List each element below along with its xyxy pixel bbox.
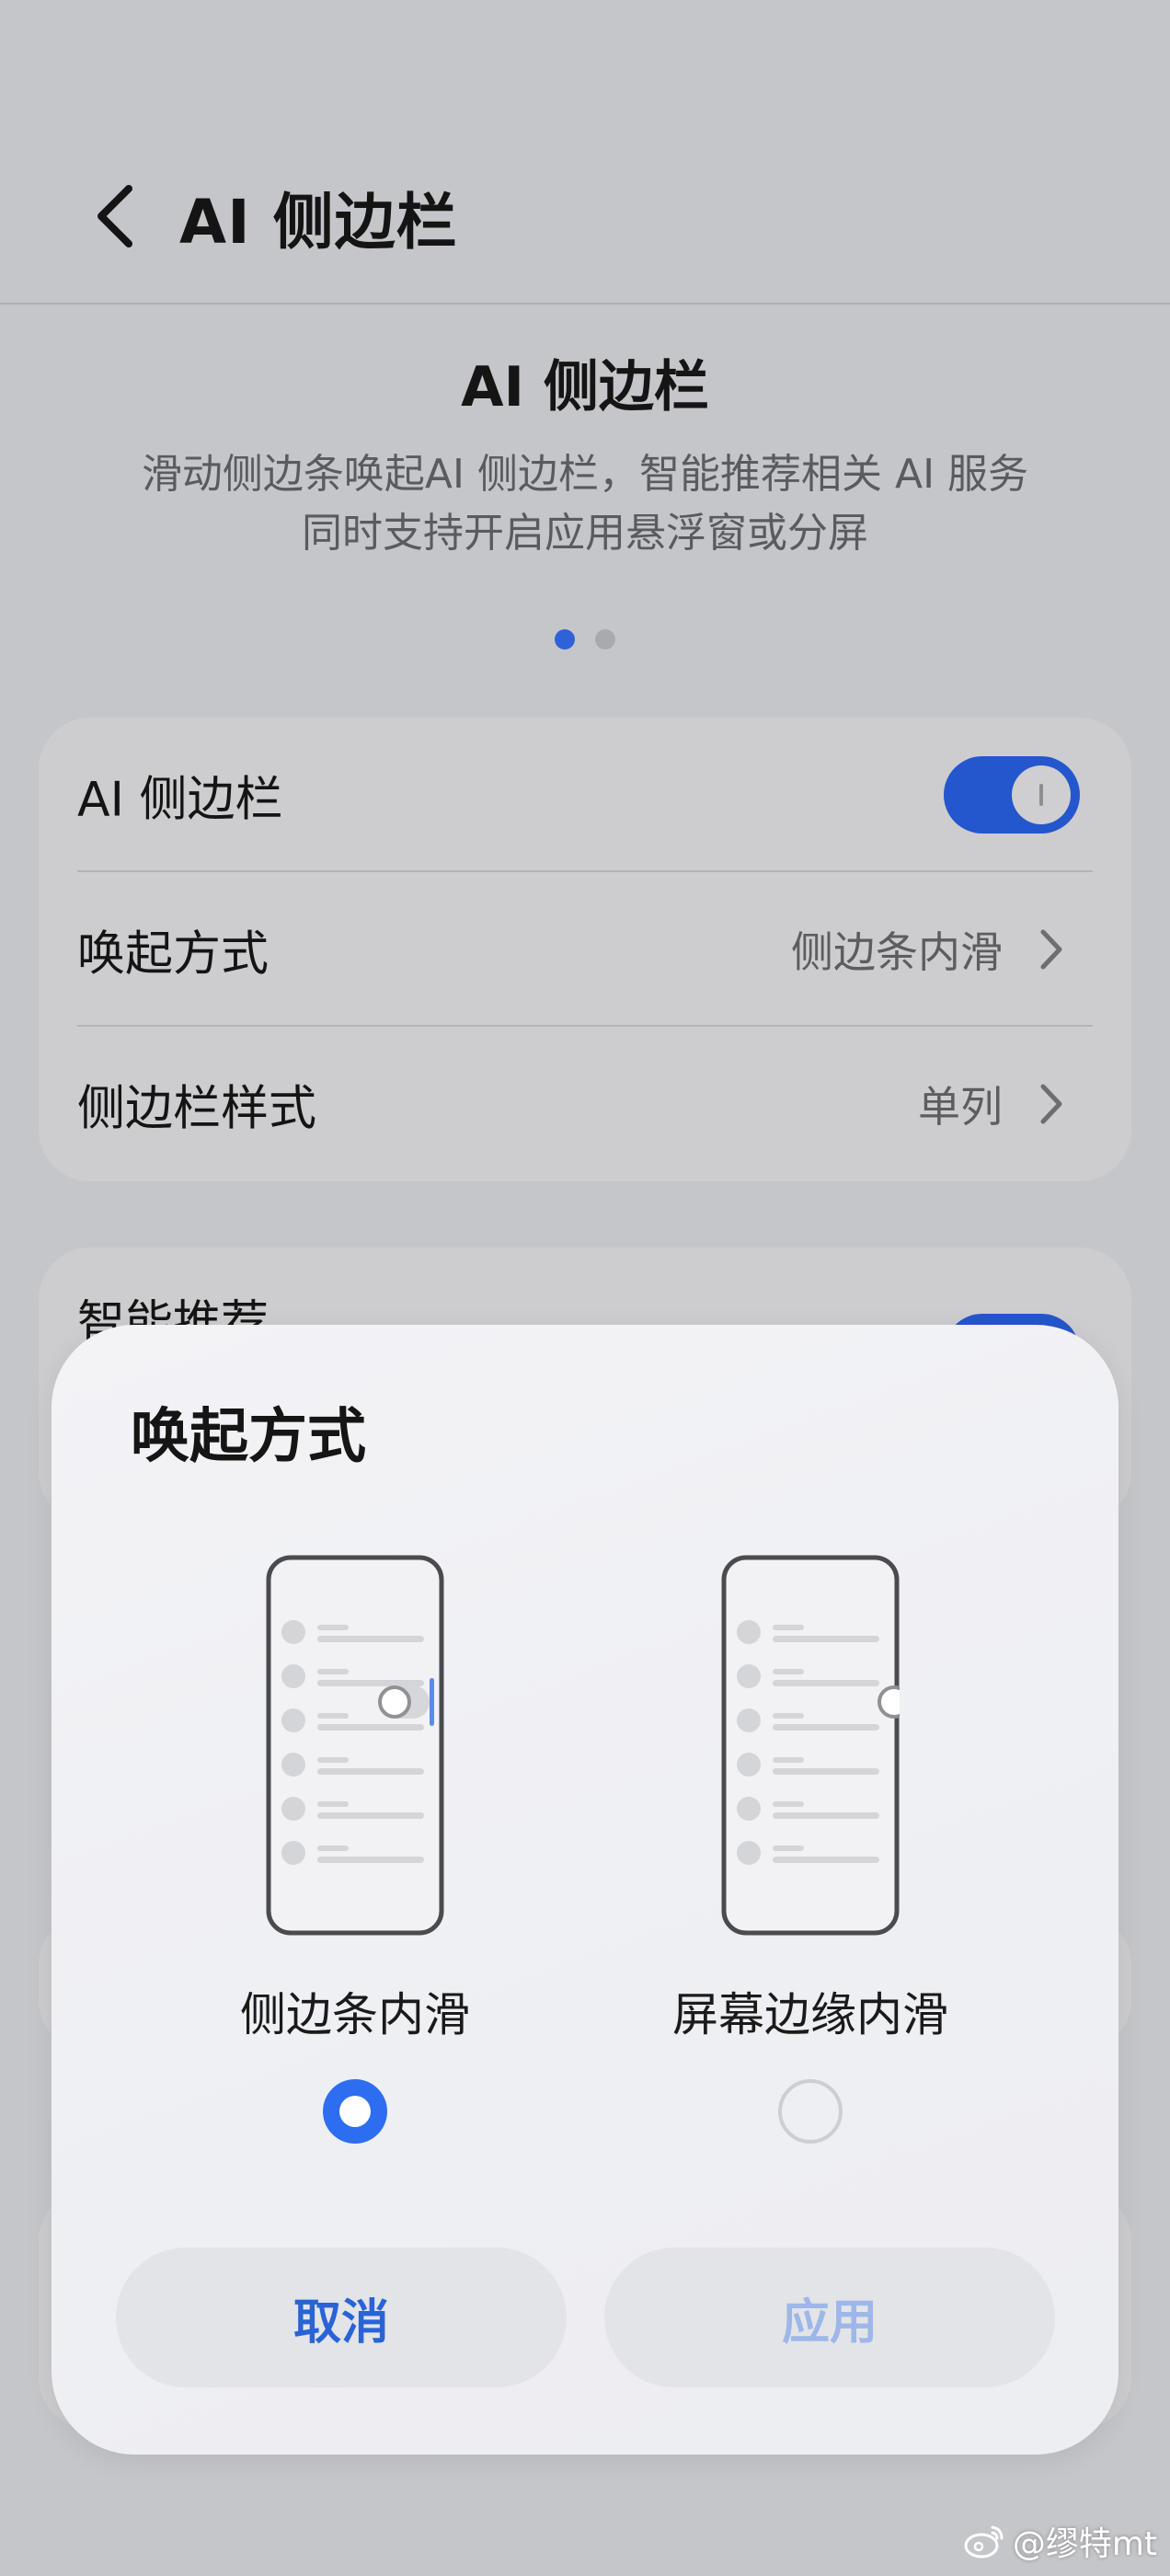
setting-row-trigger-mode[interactable]: 唤起方式 侧边条内滑 — [39, 872, 1131, 1027]
watermark-text: @缪特mt — [1012, 2525, 1157, 2563]
weibo-icon — [964, 2525, 1004, 2559]
sheet-title: 唤起方式 — [131, 1403, 366, 1471]
page-dot[interactable] — [595, 629, 615, 650]
chevron-right-icon — [1040, 1084, 1062, 1124]
setting-row-ai-sidebar[interactable]: AI 侧边栏 — [39, 718, 1131, 872]
setting-row-sidebar-style[interactable]: 侧边栏样式 单列 — [39, 1027, 1131, 1181]
apply-button[interactable]: 应用 — [604, 2248, 1055, 2387]
header-divider — [0, 303, 1170, 305]
phone-edge-slide-illustration — [721, 1555, 900, 1936]
setting-label: AI 侧边栏 — [77, 772, 283, 828]
intro-title: AI 侧边栏 — [461, 355, 709, 420]
trigger-mode-sheet: 唤起方式 侧边条内滑 屏幕边缘内滑 取消 应用 — [52, 1325, 1118, 2455]
ai-sidebar-toggle[interactable] — [944, 756, 1080, 834]
toggle-knob-mark — [1039, 784, 1043, 806]
page-title: AI 侧边栏 — [179, 187, 458, 258]
intro-description: 滑动侧边条唤起AI 侧边栏，智能推荐相关 AI 服务 同时支持开启应用悬浮窗或分… — [55, 445, 1115, 563]
app-header: AI 侧边栏 — [0, 0, 1170, 305]
option-edge-slide[interactable]: 屏幕边缘内滑 — [626, 1555, 994, 2144]
radio-dot — [339, 2096, 371, 2127]
phone-sidebar-slide-illustration — [266, 1555, 444, 1936]
setting-label: 侧边栏样式 — [77, 1081, 317, 1137]
cancel-button[interactable]: 取消 — [116, 2248, 567, 2387]
setting-value: 侧边条内滑 — [791, 927, 1003, 977]
intro-description-line: 滑动侧边条唤起AI 侧边栏，智能推荐相关 AI 服务 — [141, 451, 1029, 498]
option-label: 屏幕边缘内滑 — [672, 1988, 948, 2041]
intro-description-line: 同时支持开启应用悬浮窗或分屏 — [302, 510, 868, 557]
setting-label: 唤起方式 — [77, 926, 270, 983]
watermark: @缪特mt — [963, 2517, 1157, 2565]
page-indicator — [0, 629, 1170, 650]
option-sidebar-slide[interactable]: 侧边条内滑 — [171, 1555, 539, 2144]
chevron-right-icon — [1040, 929, 1062, 970]
page-dot-active[interactable] — [555, 629, 575, 650]
settings-card: AI 侧边栏 唤起方式 侧边条内滑 侧边栏样式 单列 — [39, 718, 1131, 1181]
setting-value: 单列 — [918, 1082, 1003, 1132]
back-arrow-icon[interactable] — [88, 179, 143, 253]
option-label: 侧边条内滑 — [240, 1988, 470, 2041]
radio-edge-slide[interactable] — [778, 2079, 843, 2144]
toggle-knob — [1012, 765, 1071, 824]
radio-sidebar-slide[interactable] — [323, 2079, 387, 2144]
